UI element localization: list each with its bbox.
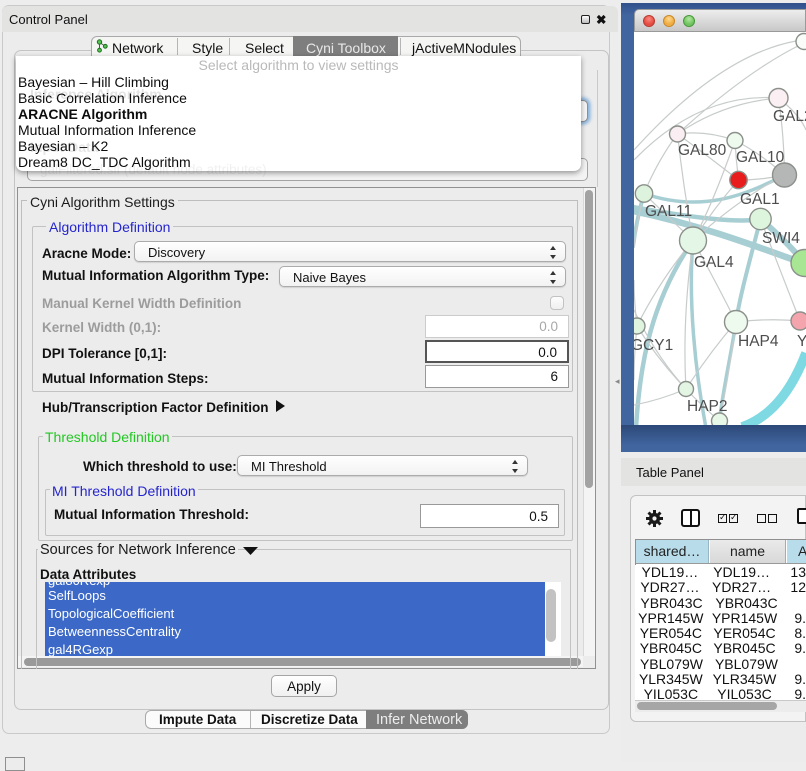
svg-text:HAP4: HAP4 bbox=[738, 333, 779, 350]
svg-text:SWI4: SWI4 bbox=[762, 230, 800, 247]
svg-text:GAL1: GAL1 bbox=[740, 191, 780, 208]
svg-text:HAP2: HAP2 bbox=[687, 398, 728, 415]
svg-text:GAL80: GAL80 bbox=[678, 142, 727, 159]
svg-text:GAL11: GAL11 bbox=[645, 203, 692, 220]
svg-text:GCY1: GCY1 bbox=[634, 337, 673, 354]
svg-text:GAL10: GAL10 bbox=[736, 149, 785, 166]
svg-text:Y: Y bbox=[797, 333, 806, 350]
svg-text:GAL2: GAL2 bbox=[773, 108, 806, 125]
svg-text:GAL4: GAL4 bbox=[694, 254, 734, 271]
